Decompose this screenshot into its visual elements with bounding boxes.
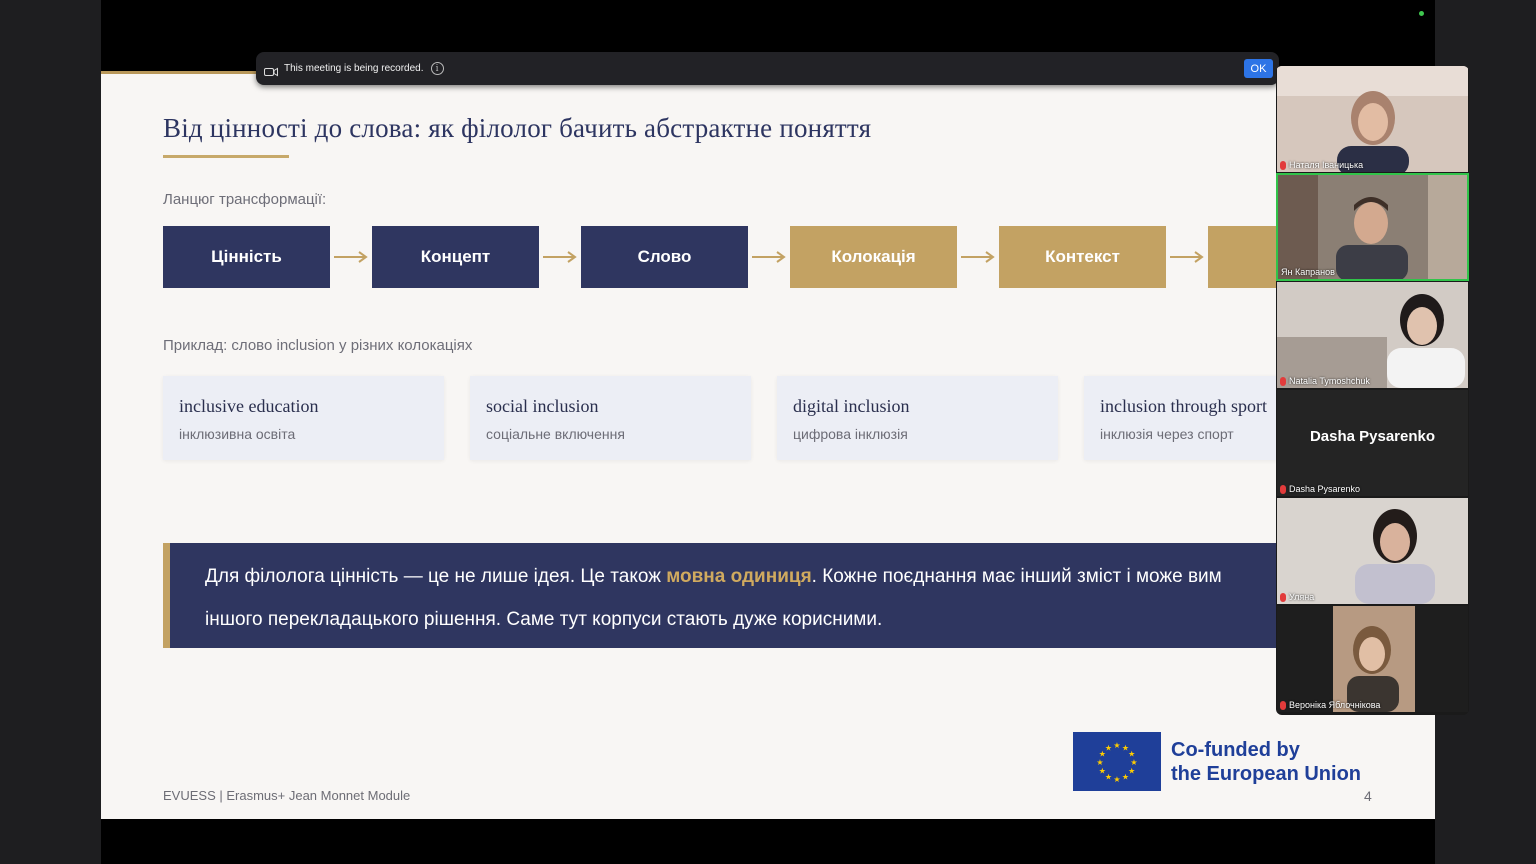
participant-name-text: Dasha Pysarenko (1289, 484, 1361, 494)
participant-tile[interactable]: Уляна (1277, 498, 1468, 604)
slide-title: Від цінності до слова: як філолог бачить… (163, 113, 872, 143)
card-english: inclusive education (179, 396, 319, 416)
eu-star-icon: ★ (1096, 758, 1103, 767)
arrow-right-icon (1166, 226, 1208, 288)
slide-footer: EVUESS | Erasmus+ Jean Monnet Module (163, 788, 411, 803)
collocation-card: inclusive education інклюзивна освіта (163, 376, 444, 460)
eu-line-1: Co-funded by (1171, 738, 1300, 761)
participant-video (1277, 498, 1468, 604)
arrow-right-icon (330, 226, 372, 288)
participant-name-text: Уляна (1289, 592, 1315, 602)
transformation-chain: Цінність Концепт Слово Колокація Контекс… (163, 226, 1375, 288)
eu-star-icon: ★ (1105, 772, 1112, 781)
quote-line-2: іншого перекладацького рішення. Саме тут… (205, 609, 883, 630)
participant-video (1277, 66, 1468, 172)
participant-name-text: Наталя Іваницька (1289, 160, 1364, 170)
quote-text: . Кожне поєднання має інший зміст і може… (811, 566, 1222, 587)
participant-tile[interactable]: Dasha Pysarenko Dasha Pysarenko (1277, 390, 1468, 496)
participant-name: Наталя Іваницька (1280, 160, 1363, 170)
participant-name-text: Вероніка Яблочнікова (1289, 700, 1381, 710)
quote-line-1: Для філолога цінність — це не лише ідея.… (205, 555, 1435, 598)
presentation-slide: Від цінності до слова: як філолог бачить… (101, 71, 1435, 819)
participant-name: Natalia Tymoshchuk (1280, 376, 1370, 386)
info-icon[interactable]: i (430, 62, 444, 75)
example-label: Приклад: слово inclusion у різних колока… (163, 337, 473, 354)
arrow-right-icon (539, 226, 581, 288)
card-english: social inclusion (486, 396, 599, 416)
eu-cofunded-text: Co-funded by the European Union (1171, 738, 1361, 786)
chain-step-value: Цінність (163, 226, 330, 288)
participant-name: Ян Капранов (1281, 267, 1335, 277)
chain-step-word: Слово (581, 226, 748, 288)
mic-muted-icon (1280, 484, 1286, 494)
participant-display-name: Dasha Pysarenko (1309, 428, 1436, 445)
eu-star-icon: ★ (1122, 772, 1129, 781)
participant-gallery: Наталя Іваницька Ян Капранов Natalia Tym… (1276, 66, 1469, 715)
collocation-card: digital inclusion цифрова інклюзія (777, 376, 1058, 460)
mic-muted-icon (1280, 592, 1286, 602)
participant-video (1333, 606, 1415, 712)
participant-video (1278, 175, 1467, 279)
eu-star-icon: ★ (1105, 743, 1112, 752)
collocation-cards: inclusive education інклюзивна освіта so… (163, 376, 1365, 460)
eu-star-icon: ★ (1128, 766, 1135, 775)
chain-label: Ланцюг трансформації: (163, 191, 327, 208)
arrow-right-icon (957, 226, 999, 288)
eu-star-icon: ★ (1113, 775, 1120, 784)
title-underline (163, 155, 289, 158)
mic-muted-icon (1280, 160, 1286, 170)
participant-name-text: Natalia Tymoshchuk (1289, 376, 1370, 386)
mic-muted-icon (1280, 376, 1286, 386)
recording-text: This meeting is being recorded. (284, 63, 424, 74)
collocation-card: social inclusion соціальне включення (470, 376, 751, 460)
participant-video (1277, 282, 1468, 388)
slide-top-accent-line (101, 71, 261, 74)
eu-star-icon: ★ (1099, 766, 1106, 775)
recording-camera-icon (264, 64, 278, 76)
card-ukrainian: інклюзивна освіта (179, 426, 296, 442)
chain-step-concept: Концепт (372, 226, 539, 288)
quote-text: Для філолога цінність — це не лише ідея.… (205, 566, 667, 587)
card-english: digital inclusion (793, 396, 910, 416)
eu-line-2: the European Union (1171, 762, 1361, 785)
page-number: 4 (1364, 788, 1372, 804)
chain-step-collocation: Колокація (790, 226, 957, 288)
arrow-right-icon (748, 226, 790, 288)
participant-tile[interactable]: Natalia Tymoshchuk (1277, 282, 1468, 388)
eu-cofunded-logo: ★ ★ ★ ★ ★ ★ ★ ★ ★ ★ ★ ★ Co-funded by the European U… (1073, 732, 1361, 791)
participant-tile[interactable]: Наталя Іваницька (1277, 66, 1468, 172)
participant-tile-active-speaker[interactable]: Ян Капранов (1276, 173, 1469, 281)
eu-star-icon: ★ (1113, 741, 1120, 750)
participant-name-text: Ян Капранов (1281, 267, 1335, 277)
zoom-meeting-window: Від цінності до слова: як філолог бачить… (0, 0, 1536, 864)
quote-highlight: мовна одиниця (666, 566, 812, 587)
camera-active-indicator-icon (1419, 11, 1424, 16)
recording-notification: This meeting is being recorded. i OK (256, 52, 1279, 85)
participant-name: Dasha Pysarenko (1280, 484, 1360, 494)
mic-muted-icon (1280, 700, 1286, 710)
card-ukrainian: цифрова інклюзія (793, 426, 908, 442)
participant-name: Уляна (1280, 592, 1314, 602)
participant-tile[interactable]: Вероніка Яблочнікова (1277, 606, 1468, 712)
participant-name: Вероніка Яблочнікова (1280, 700, 1380, 710)
ok-button[interactable]: OK (1244, 59, 1273, 78)
chain-step-context: Контекст (999, 226, 1166, 288)
eu-flag-icon: ★ ★ ★ ★ ★ ★ ★ ★ ★ ★ ★ ★ (1073, 732, 1161, 791)
key-quote-block: Для філолога цінність — це не лише ідея.… (163, 543, 1435, 648)
card-ukrainian: соціальне включення (486, 426, 625, 442)
eu-star-icon: ★ (1128, 749, 1135, 758)
